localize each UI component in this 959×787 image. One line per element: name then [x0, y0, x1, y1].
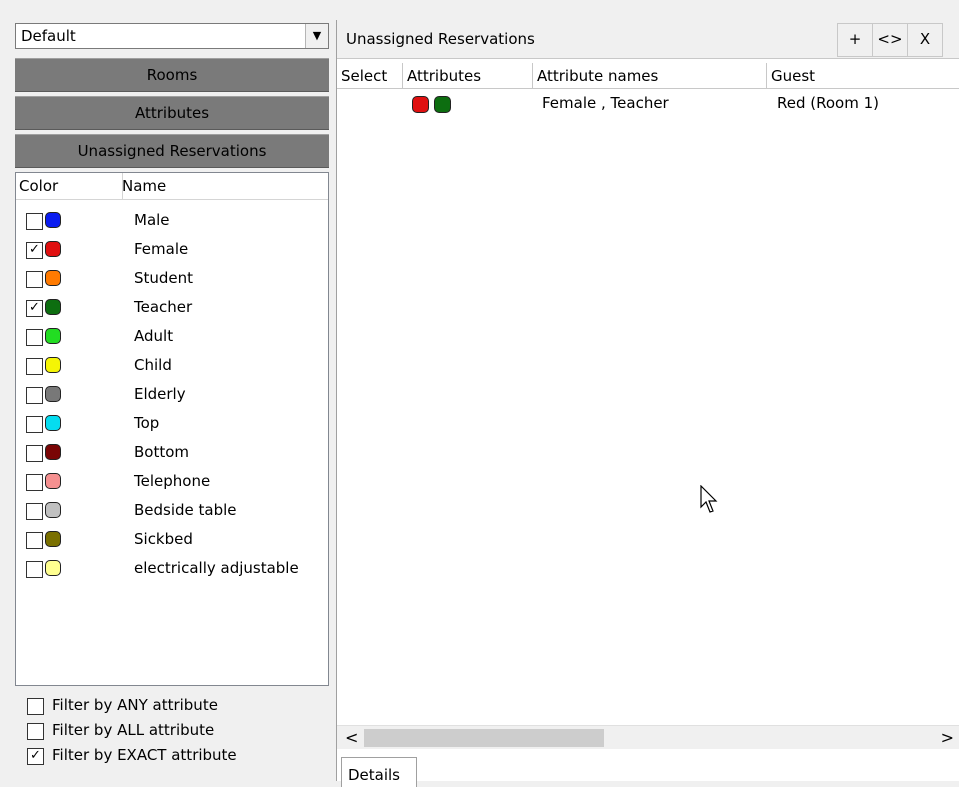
attribute-label: Top — [134, 414, 160, 432]
attribute-label: Child — [134, 356, 172, 374]
attribute-color-swatch — [45, 328, 61, 344]
attribute-label: Bedside table — [134, 501, 237, 519]
panel-title: Unassigned Reservations — [346, 30, 535, 48]
attribute-checkbox[interactable] — [26, 213, 43, 230]
filter-checkbox[interactable]: ✓ — [27, 748, 44, 765]
filter-label: Filter by ALL attribute — [52, 721, 215, 739]
attribute-row[interactable]: Child — [16, 352, 328, 381]
attribute-label: Adult — [134, 327, 174, 345]
close-button[interactable]: X — [907, 23, 943, 57]
column-header-attribute-names[interactable]: Attribute names — [533, 63, 767, 89]
table-row[interactable]: Female , Teacher Red (Room 1) — [337, 91, 959, 117]
attribute-label: Female — [134, 240, 189, 258]
attribute-checkbox[interactable] — [26, 358, 43, 375]
attribute-color-swatch — [45, 415, 61, 431]
filter-option[interactable]: Filter by ALL attribute — [27, 719, 327, 743]
horizontal-scrollbar[interactable]: < > — [337, 725, 959, 749]
swap-button[interactable]: <> — [872, 23, 908, 57]
column-header-color[interactable]: Color — [16, 173, 123, 199]
attribute-checkbox[interactable] — [26, 271, 43, 288]
scroll-right-icon[interactable]: > — [941, 728, 954, 747]
attribute-row[interactable]: Adult — [16, 323, 328, 352]
attribute-color-swatch — [45, 212, 61, 228]
attribute-color-swatch — [45, 444, 61, 460]
attribute-row[interactable]: Top — [16, 410, 328, 439]
add-button[interactable]: + — [837, 23, 873, 57]
right-panel: Unassigned Reservations + <> X Select At… — [336, 20, 959, 787]
attribute-row[interactable]: Bedside table — [16, 497, 328, 526]
left-panel: Default ▼ Rooms Attributes Unassigned Re… — [12, 20, 332, 781]
tab-details[interactable]: Details — [341, 757, 417, 787]
attribute-checkbox[interactable] — [26, 503, 43, 520]
filter-checkbox[interactable] — [27, 723, 44, 740]
attribute-color-dot — [412, 96, 429, 113]
attribute-row[interactable]: ✓ Female — [16, 236, 328, 265]
attribute-checkbox[interactable] — [26, 416, 43, 433]
attribute-color-swatch — [45, 357, 61, 373]
attribute-label: Student — [134, 269, 194, 287]
attribute-checkbox[interactable] — [26, 561, 43, 578]
attribute-row[interactable]: Male — [16, 207, 328, 236]
attribute-label: Elderly — [134, 385, 186, 403]
column-header-attributes[interactable]: Attributes — [403, 63, 533, 89]
attribute-color-swatch — [45, 502, 61, 518]
filter-option[interactable]: Filter by ANY attribute — [27, 694, 327, 718]
attribute-row[interactable]: Student — [16, 265, 328, 294]
attribute-color-swatch — [45, 241, 61, 257]
preset-value: Default — [21, 27, 76, 45]
attribute-row[interactable]: electrically adjustable — [16, 555, 328, 584]
chevron-down-icon[interactable]: ▼ — [305, 24, 328, 48]
attribute-label: Sickbed — [134, 530, 193, 548]
filter-option[interactable]: ✓ Filter by EXACT attribute — [27, 744, 327, 768]
attribute-checkbox[interactable]: ✓ — [26, 242, 43, 259]
panel-header: Unassigned Reservations + <> X — [337, 20, 959, 59]
attribute-color-swatch — [45, 270, 61, 286]
attribute-checkbox[interactable] — [26, 329, 43, 346]
attribute-row[interactable]: Telephone — [16, 468, 328, 497]
attribute-checkbox[interactable] — [26, 445, 43, 462]
attribute-color-swatch — [45, 299, 61, 315]
attribute-row[interactable]: Elderly — [16, 381, 328, 410]
attribute-row[interactable]: Bottom — [16, 439, 328, 468]
attribute-color-swatch — [45, 473, 61, 489]
attribute-label: Telephone — [134, 472, 211, 490]
filter-label: Filter by ANY attribute — [52, 696, 218, 714]
attribute-color-swatch — [45, 386, 61, 402]
attribute-names-cell: Female , Teacher — [542, 94, 669, 112]
rooms-section-button[interactable]: Rooms — [15, 58, 329, 92]
attribute-label: Male — [134, 211, 170, 229]
filter-checkbox[interactable] — [27, 698, 44, 715]
attribute-checkbox[interactable]: ✓ — [26, 300, 43, 317]
scroll-left-icon[interactable]: < — [345, 728, 358, 747]
attribute-checkbox[interactable] — [26, 387, 43, 404]
column-header-guest[interactable]: Guest — [767, 63, 959, 89]
attribute-row[interactable]: Sickbed — [16, 526, 328, 555]
unassigned-reservations-section-button[interactable]: Unassigned Reservations — [15, 134, 329, 168]
attribute-color-dot — [434, 96, 451, 113]
column-header-select[interactable]: Select — [337, 63, 403, 89]
scroll-thumb[interactable] — [364, 729, 604, 747]
attribute-row[interactable]: ✓ Teacher — [16, 294, 328, 323]
mouse-cursor-icon — [700, 485, 718, 513]
attribute-label: Teacher — [134, 298, 193, 316]
filter-label: Filter by EXACT attribute — [52, 746, 237, 764]
preset-dropdown[interactable]: Default ▼ — [15, 23, 329, 49]
column-header-name[interactable]: Name — [122, 173, 166, 199]
guest-cell: Red (Room 1) — [777, 94, 879, 112]
attributes-section-button[interactable]: Attributes — [15, 96, 329, 130]
attribute-label: electrically adjustable — [134, 559, 299, 577]
attribute-checkbox[interactable] — [26, 474, 43, 491]
attribute-list: Color Name Male ✓ Female Student ✓ Teacher Adu… — [15, 172, 329, 686]
attribute-color-swatch — [45, 531, 61, 547]
attribute-checkbox[interactable] — [26, 532, 43, 549]
grid-header: Select Attributes Attribute names Guest — [337, 63, 959, 89]
attribute-list-header: Color Name — [16, 173, 328, 200]
attribute-label: Bottom — [134, 443, 190, 461]
attribute-color-swatch — [45, 560, 61, 576]
